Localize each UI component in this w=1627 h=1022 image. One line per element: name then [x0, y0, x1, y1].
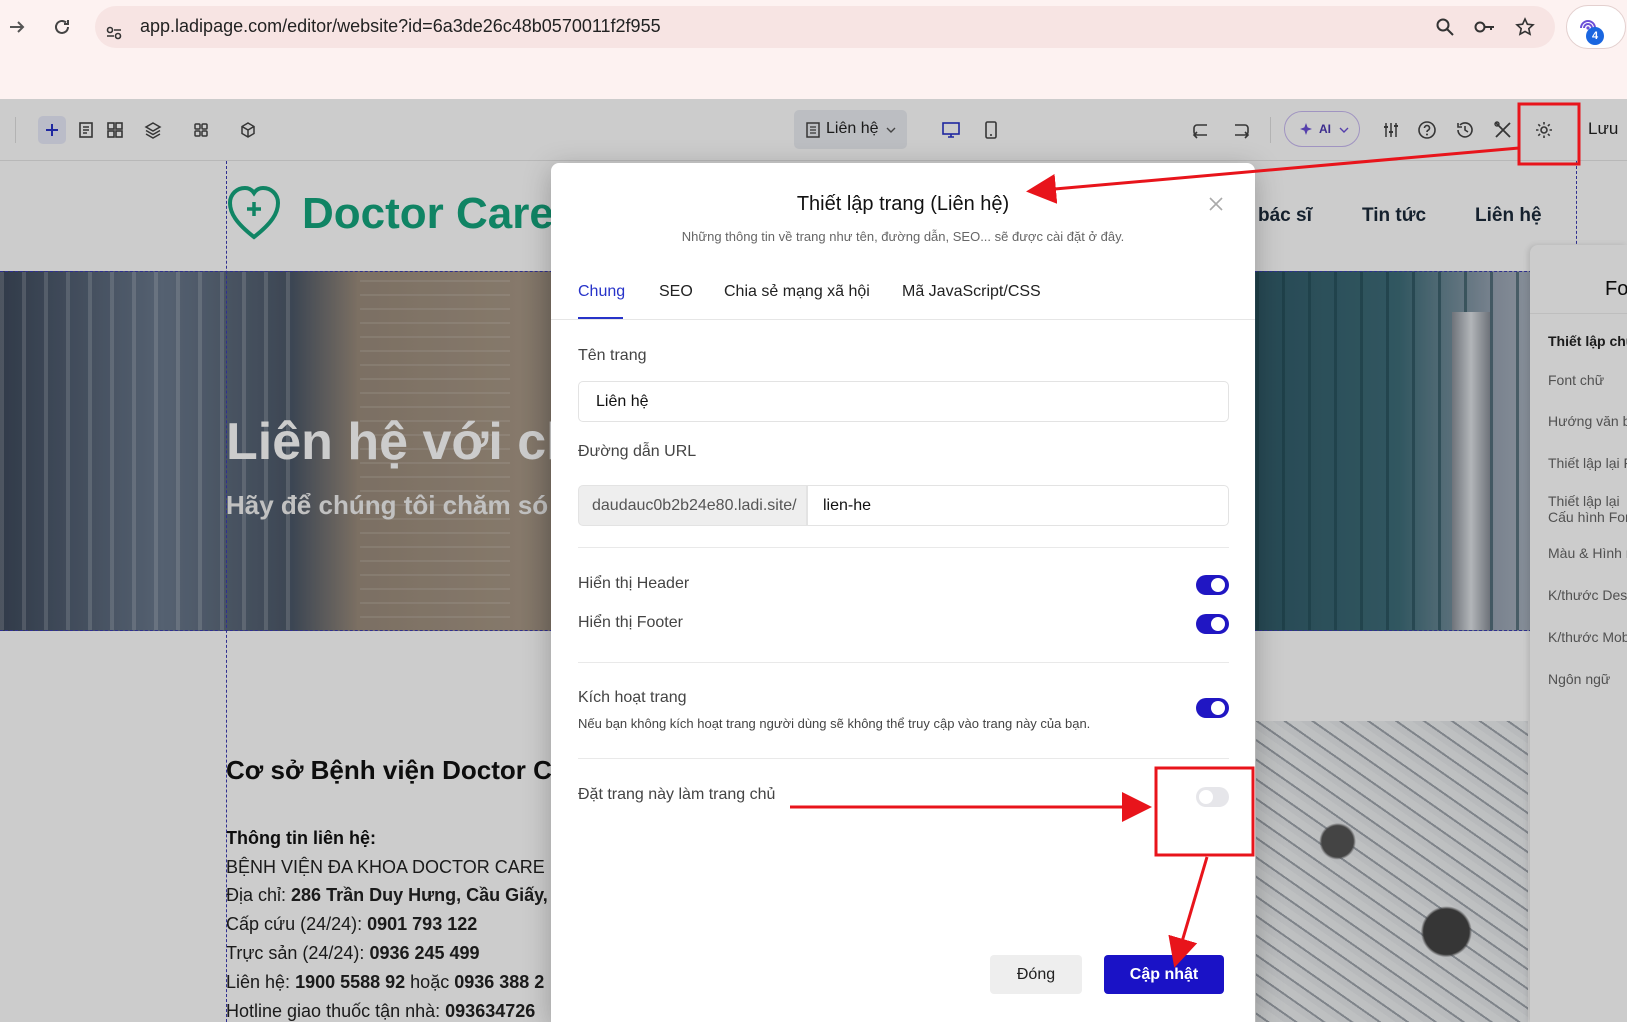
set-homepage-label: Đặt trang này làm trang chủ	[578, 786, 776, 803]
site-settings-icon[interactable]	[101, 20, 127, 46]
set-homepage-toggle[interactable]	[1196, 787, 1229, 807]
show-header-label: Hiển thị Header	[578, 575, 690, 592]
page-name-value: Liên hệ	[596, 393, 649, 410]
activate-page-toggle[interactable]	[1196, 698, 1229, 718]
forward-icon[interactable]	[2, 12, 32, 42]
section-divider	[578, 547, 1229, 548]
show-footer-toggle[interactable]	[1196, 614, 1229, 634]
section-divider	[578, 662, 1229, 663]
show-header-toggle[interactable]	[1196, 575, 1229, 595]
url-text[interactable]: app.ladipage.com/editor/website?id=6a3de…	[140, 16, 661, 37]
browser-chrome: app.ladipage.com/editor/website?id=6a3de…	[0, 0, 1627, 99]
url-prefix-text: daudauc0b2b24e80.ladi.site/	[592, 497, 797, 514]
url-slug-value: lien-he	[823, 497, 872, 514]
dialog-title: Thiết lập trang (Liên hệ)	[796, 193, 1010, 215]
password-key-icon[interactable]	[1472, 14, 1498, 40]
section-divider	[578, 758, 1229, 759]
activate-page-label: Kích hoạt trang	[578, 689, 687, 706]
url-label: Đường dẫn URL	[578, 443, 697, 460]
tab-social-share[interactable]: Chia sẻ mạng xã hội	[724, 283, 870, 301]
show-footer-label: Hiển thị Footer	[578, 614, 683, 631]
tab-seo[interactable]: SEO	[659, 283, 693, 301]
page-name-input[interactable]: Liên hệ	[578, 381, 1229, 422]
close-icon[interactable]	[1205, 193, 1227, 215]
close-button[interactable]: Đóng	[990, 955, 1082, 994]
active-tab-indicator	[578, 317, 623, 319]
zoom-icon[interactable]	[1432, 14, 1458, 40]
tab-general[interactable]: Chung	[578, 283, 625, 301]
page-settings-dialog: Thiết lập trang (Liên hệ) Những thông ti…	[551, 163, 1255, 1022]
bookmark-star-icon[interactable]	[1512, 14, 1538, 40]
update-button[interactable]: Cập nhật	[1104, 955, 1224, 994]
url-prefix: daudauc0b2b24e80.ladi.site/	[578, 485, 807, 526]
reload-icon[interactable]	[47, 12, 77, 42]
tab-javascript-css[interactable]: Mã JavaScript/CSS	[902, 283, 1041, 301]
extension-badge: 4	[1586, 27, 1604, 45]
url-slug-input[interactable]: lien-he	[807, 485, 1229, 526]
activate-page-help: Nếu bạn không kích hoạt trang người dùng…	[578, 716, 1091, 731]
tabs-divider	[551, 319, 1255, 320]
dialog-subtitle: Những thông tin về trang như tên, đường …	[681, 229, 1125, 244]
page-name-label: Tên trang	[578, 347, 647, 364]
